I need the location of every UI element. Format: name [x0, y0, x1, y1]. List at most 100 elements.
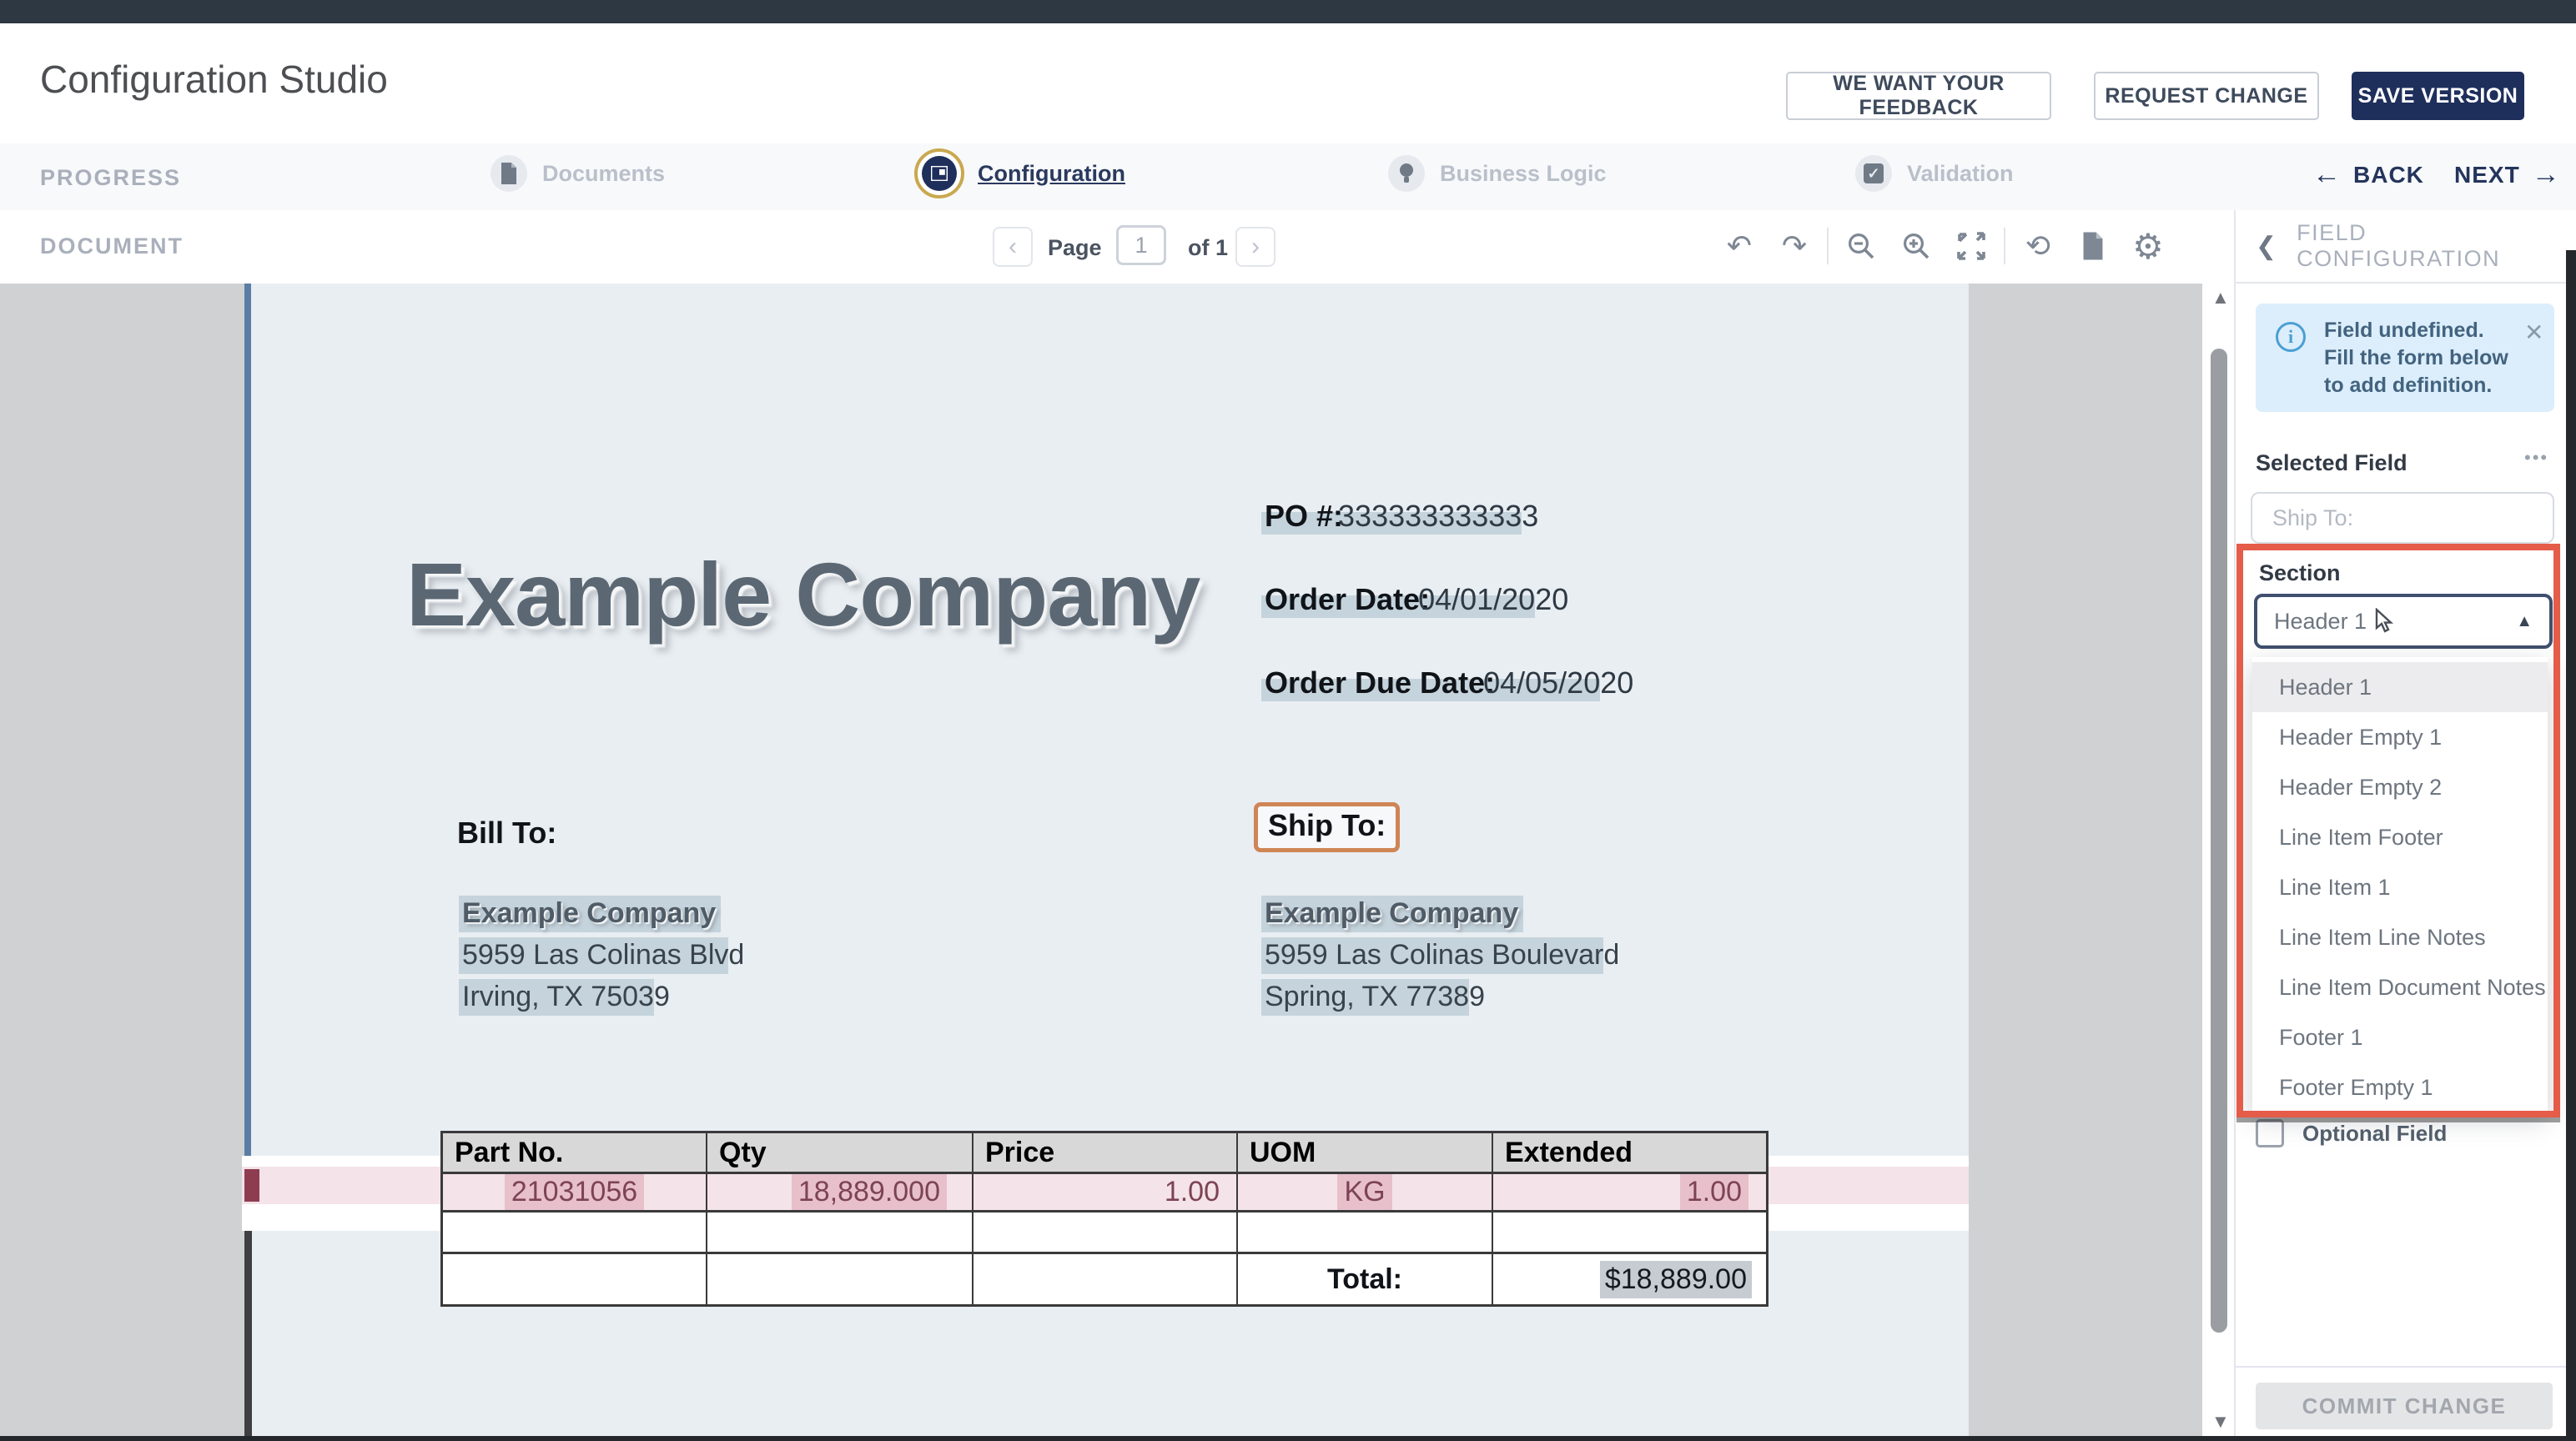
- order-date-label: Order Date:: [1265, 582, 1430, 616]
- ship-to-selected-field[interactable]: Ship To:: [1254, 802, 1400, 852]
- panel-scrollbar[interactable]: [2566, 250, 2576, 1441]
- request-change-button[interactable]: REQUEST CHANGE: [2094, 72, 2319, 120]
- total-label-cell: Total:: [1238, 1254, 1493, 1304]
- scrollbar-thumb[interactable]: [2211, 349, 2227, 1333]
- step-configuration-label: Configuration: [978, 161, 1125, 187]
- section-select[interactable]: Header 1 ▲: [2254, 594, 2553, 649]
- cell-part-no: 21031056: [443, 1174, 707, 1210]
- bill-to-company: Example Company: [459, 896, 721, 932]
- table-header-row: Part No. Qty Price UOM Extended: [443, 1133, 1766, 1174]
- back-button[interactable]: ← BACK: [2312, 158, 2424, 191]
- zoom-in-icon[interactable]: [1894, 223, 1939, 269]
- business-logic-step-icon: [1388, 155, 1425, 192]
- caret-up-icon: ▲: [2516, 612, 2533, 631]
- next-page-button[interactable]: ›: [1235, 227, 1275, 267]
- selected-field-label: Selected Field: [2256, 450, 2407, 476]
- optional-field-checkbox[interactable]: [2256, 1119, 2284, 1147]
- undo-icon[interactable]: ↶: [1717, 223, 1762, 269]
- ship-to-address[interactable]: Example Company 5959 Las Colinas Bouleva…: [1261, 892, 1619, 1017]
- ship-to-city-tail: 9: [1469, 981, 1485, 1012]
- info-banner: i Field undefined. Fill the form below t…: [2256, 304, 2554, 412]
- scroll-up-icon[interactable]: ▲: [2211, 287, 2230, 309]
- section-option-line-item-document-notes[interactable]: Line Item Document Notes: [2252, 962, 2548, 1012]
- progress-label: PROGRESS: [40, 165, 181, 191]
- close-icon[interactable]: ✕: [2524, 319, 2543, 346]
- table-row-empty[interactable]: [443, 1213, 1766, 1254]
- field-configuration-panel: i Field undefined. Fill the form below t…: [2234, 284, 2576, 1441]
- validation-step-icon: ✓: [1855, 155, 1892, 192]
- window-bottom-edge: [0, 1436, 2576, 1441]
- col-header-uom: UOM: [1238, 1133, 1493, 1172]
- section-select-value: Header 1: [2274, 609, 2367, 635]
- bill-to-street-tail: d: [728, 939, 744, 971]
- section-option-footer-empty-1[interactable]: Footer Empty 1: [2252, 1062, 2548, 1112]
- documents-step-icon: [491, 155, 527, 192]
- next-button[interactable]: NEXT →: [2454, 158, 2561, 191]
- table-row[interactable]: 21031056 18,889.000 1.00 KG 1.00: [443, 1174, 1766, 1213]
- previous-page-button[interactable]: ‹: [993, 227, 1033, 267]
- order-due-date-field[interactable]: Order Due Date:04/05/2020: [1261, 665, 1633, 700]
- selected-field-input[interactable]: [2251, 492, 2554, 544]
- chevron-left-icon: ‹: [1009, 233, 1017, 260]
- bill-to-city: Irving, TX 7503: [459, 979, 654, 1016]
- save-version-button[interactable]: SAVE VERSION: [2352, 72, 2524, 120]
- toolbar-divider: [1827, 228, 1829, 264]
- document-viewport: Example Company PO #:333333333333 Order …: [0, 284, 2234, 1441]
- cell-uom: KG: [1238, 1174, 1493, 1210]
- history-icon[interactable]: ⟲: [2015, 223, 2060, 269]
- po-number-field[interactable]: PO #:333333333333: [1261, 499, 1538, 534]
- row-band-marker: [244, 1169, 259, 1202]
- cell-extended: 1.00: [1493, 1174, 1760, 1210]
- step-documents[interactable]: Documents: [491, 147, 665, 200]
- company-heading: Example Company: [406, 542, 1200, 646]
- bill-to-label[interactable]: Bill To:: [457, 816, 556, 851]
- section-option-header-empty-2[interactable]: Header Empty 2: [2252, 762, 2548, 812]
- panel-footer-divider: [2236, 1366, 2568, 1368]
- table-total-row: Total: $18,889.00: [443, 1254, 1766, 1304]
- section-option-line-item-footer[interactable]: Line Item Footer: [2252, 812, 2548, 862]
- panel-collapse-chevron-icon[interactable]: ❮: [2256, 232, 2277, 261]
- bill-to-address[interactable]: Example Company 5959 Las Colinas Blvd Ir…: [459, 892, 744, 1017]
- document-toolbar: DOCUMENT ‹ Page of 1 › ↶ ↷ ⟲ ⚙: [0, 210, 2234, 285]
- file-icon[interactable]: [2070, 223, 2116, 269]
- order-date-field[interactable]: Order Date:04/01/2020: [1261, 582, 1568, 617]
- fullscreen-icon[interactable]: [1949, 223, 1994, 269]
- col-header-part-no: Part No.: [443, 1133, 707, 1172]
- step-business-logic[interactable]: Business Logic: [1388, 147, 1607, 200]
- ship-to-street-tail: d: [1603, 939, 1619, 971]
- more-options-icon[interactable]: •••: [2524, 447, 2548, 469]
- feedback-button[interactable]: WE WANT YOUR FEEDBACK: [1786, 72, 2051, 120]
- next-arrow-icon: →: [2532, 158, 2561, 191]
- page-count-label: of 1: [1188, 235, 1228, 261]
- document-scrollbar[interactable]: ▲ ▼: [2206, 284, 2234, 1441]
- order-due-date-value: 04/05/20: [1483, 665, 1600, 700]
- section-option-line-item-line-notes[interactable]: Line Item Line Notes: [2252, 912, 2548, 962]
- page-title: Configuration Studio: [40, 57, 388, 102]
- po-label: PO #:: [1265, 499, 1343, 533]
- section-label: Section: [2259, 560, 2341, 586]
- scroll-down-icon[interactable]: ▼: [2211, 1411, 2230, 1433]
- page-number-input[interactable]: [1116, 225, 1166, 265]
- section-option-footer-1[interactable]: Footer 1: [2252, 1012, 2548, 1062]
- step-validation[interactable]: ✓ Validation: [1855, 147, 2014, 200]
- ship-to-city: Spring, TX 7738: [1261, 979, 1469, 1016]
- section-option-line-item-1[interactable]: Line Item 1: [2252, 862, 2548, 912]
- ship-to-street: 5959 Las Colinas Boulevar: [1261, 937, 1603, 974]
- step-validation-label: Validation: [1907, 161, 2014, 187]
- section-option-header-1[interactable]: Header 1: [2252, 662, 2548, 712]
- app-header: Configuration Studio WE WANT YOUR FEEDBA…: [0, 23, 2576, 145]
- commit-change-button[interactable]: COMMIT CHANGE: [2256, 1383, 2553, 1429]
- optional-field-row[interactable]: Optional Field: [2256, 1119, 2447, 1147]
- progress-bar: PROGRESS Documents Configuration Busines…: [0, 143, 2576, 212]
- page-edge-line-dark: [244, 1231, 252, 1441]
- col-header-qty: Qty: [707, 1133, 974, 1172]
- redo-icon[interactable]: ↷: [1772, 223, 1817, 269]
- gear-icon[interactable]: ⚙: [2126, 223, 2171, 269]
- section-option-header-empty-1[interactable]: Header Empty 1: [2252, 712, 2548, 762]
- back-arrow-icon: ←: [2312, 158, 2342, 191]
- step-configuration[interactable]: Configuration: [914, 142, 1125, 205]
- section-dropdown-menu: Header 1 Header Empty 1 Header Empty 2 L…: [2252, 657, 2548, 1111]
- col-header-price: Price: [974, 1133, 1238, 1172]
- order-due-date-label: Order Due Date:: [1265, 665, 1495, 700]
- zoom-out-icon[interactable]: [1839, 223, 1884, 269]
